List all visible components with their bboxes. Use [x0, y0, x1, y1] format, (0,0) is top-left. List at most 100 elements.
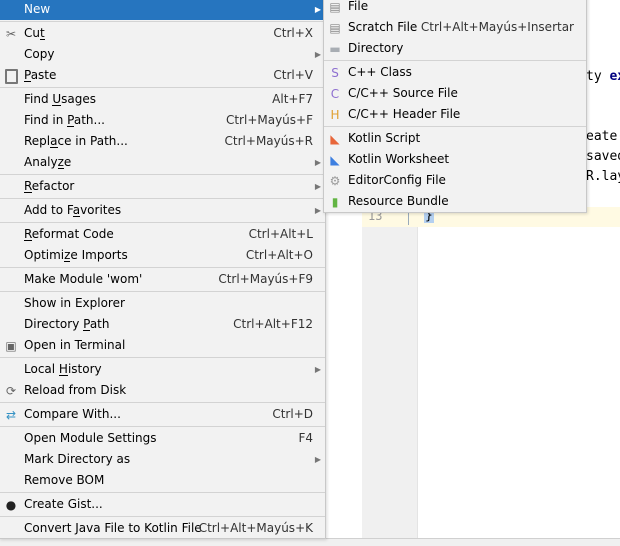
menu-item-c-c-source-file[interactable]: C C/C++ Source File	[324, 83, 586, 104]
menu-item-show-in-explorer[interactable]: Show in Explorer	[0, 293, 325, 314]
submenu-arrow-icon: ▶	[314, 50, 321, 59]
menu-item-mark-directory-as[interactable]: Mark Directory as ▶	[0, 449, 325, 470]
menu-item-label: Reformat Code	[24, 227, 114, 241]
mnemonic-underline	[57, 168, 64, 169]
menu-item-paste[interactable]: Paste Ctrl+V	[0, 65, 325, 86]
menu-item-scratch-file[interactable]: ▤ Scratch File Ctrl+Alt+Mayús+Insertar	[324, 17, 586, 38]
menu-item-optimize-imports[interactable]: Optimize Imports Ctrl+Alt+O	[0, 245, 325, 266]
menu-item-label: Local History	[24, 362, 102, 376]
menu-item-c-class[interactable]: S C++ Class	[324, 62, 586, 83]
menu-item-label: Replace in Path...	[24, 134, 128, 148]
menu-item-label: EditorConfig File	[348, 173, 446, 187]
submenu-arrow-icon: ▶	[314, 182, 321, 191]
submenu-arrow-icon: ▶	[314, 206, 321, 215]
menu-item-shortcut: Ctrl+Alt+Mayús+Insertar	[420, 20, 574, 34]
code-fragment: R.lay	[586, 169, 620, 184]
menu-item-reformat-code[interactable]: Reformat Code Ctrl+Alt+L	[0, 224, 325, 245]
mnemonic-underline	[72, 216, 81, 217]
kotlin-script-icon: ◣	[330, 132, 340, 146]
menu-item-create-gist[interactable]: ● Create Gist...	[0, 494, 325, 515]
menu-item-replace-in-path[interactable]: Replace in Path... Ctrl+Mayús+R	[0, 131, 325, 152]
menu-item-shortcut: Ctrl+V	[273, 68, 313, 82]
menu-item-label: Show in Explorer	[24, 296, 125, 310]
menu-item-resource-bundle[interactable]: ▮ Resource Bundle	[324, 191, 586, 212]
cpp-class-icon: S	[331, 66, 339, 80]
menu-item-label: Open Module Settings	[24, 431, 157, 445]
menu-item-local-history[interactable]: Local History ▶	[0, 359, 325, 380]
menu-item-directory[interactable]: ▬ Directory	[324, 38, 586, 59]
menu-item-make-module-wom[interactable]: Make Module 'wom' Ctrl+Mayús+F9	[0, 269, 325, 290]
submenu-arrow-icon: ▶	[314, 365, 321, 374]
scissors-icon: ✂	[5, 27, 17, 41]
menu-item-label: Reload from Disk	[24, 383, 127, 397]
menu-item-label: Find Usages	[24, 92, 97, 106]
mnemonic-underline	[39, 39, 45, 40]
menu-item-shortcut: Ctrl+X	[273, 26, 313, 40]
menu-item-convert-java-file-to-kotlin-file[interactable]: Convert Java File to Kotlin File Ctrl+Alt…	[0, 518, 325, 539]
menu-item-shortcut: Ctrl+Mayús+R	[224, 134, 313, 148]
menu-item-kotlin-worksheet[interactable]: ◣ Kotlin Worksheet	[324, 149, 586, 170]
mnemonic-underline	[24, 81, 31, 82]
cpp-header-icon: H	[330, 108, 340, 122]
file-icon: ▤	[329, 0, 341, 14]
menu-item-shortcut: Ctrl+Alt+O	[245, 248, 313, 262]
menu-item-label: Remove BOM	[24, 473, 105, 487]
menu-item-file[interactable]: ▤ File	[324, 0, 586, 17]
menu-item-copy[interactable]: Copy ▶	[0, 44, 325, 65]
new-submenu: ▤ File ▤ Scratch File Ctrl+Alt+Mayús+Inserta…	[323, 0, 587, 213]
menu-item-open-in-terminal[interactable]: ▣ Open in Terminal	[0, 335, 325, 356]
mnemonic-underline	[83, 330, 90, 331]
menu-item-label: Paste	[24, 68, 57, 82]
menu-item-label: C++ Class	[348, 65, 412, 79]
menu-item-find-in-path[interactable]: Find in Path... Ctrl+Mayús+F	[0, 110, 325, 131]
mnemonic-underline	[24, 240, 32, 241]
code-text: ty	[586, 69, 610, 84]
menu-item-shortcut: Ctrl+Alt+L	[248, 227, 313, 241]
compare-icon: ⇄	[5, 408, 17, 422]
submenu-arrow-icon: ▶	[314, 158, 321, 167]
menu-item-directory-path[interactable]: Directory Path Ctrl+Alt+F12	[0, 314, 325, 335]
menu-item-editorconfig-file[interactable]: ⚙ EditorConfig File	[324, 170, 586, 191]
menu-item-shortcut: Ctrl+Alt+F12	[233, 317, 313, 331]
menu-item-label: Optimize Imports	[24, 248, 128, 262]
menu-item-c-c-header-file[interactable]: H C/C++ Header File	[324, 104, 586, 125]
menu-item-label: C/C++ Source File	[348, 86, 458, 100]
menu-item-label: Find in Path...	[24, 113, 105, 127]
code-fragment: ty ex	[586, 69, 620, 84]
code-fragment: eate(	[586, 129, 620, 144]
mnemonic-underline	[67, 126, 74, 127]
mnemonic-underline	[64, 261, 71, 262]
submenu-arrow-icon: ▶	[314, 455, 321, 464]
menu-item-label: Open in Terminal	[24, 338, 126, 352]
menu-item-shortcut: F4	[298, 431, 313, 445]
reload-icon: ⟳	[5, 384, 17, 398]
menu-item-refactor[interactable]: Refactor ▶	[0, 176, 325, 197]
menu-item-label: Kotlin Script	[348, 131, 421, 145]
menu-item-cut[interactable]: ✂ Cut Ctrl+X	[0, 23, 325, 44]
menu-item-reload-from-disk[interactable]: ⟳ Reload from Disk	[0, 380, 325, 401]
github-icon: ●	[5, 498, 17, 512]
menu-item-shortcut: Ctrl+Alt+Mayús+K	[198, 521, 313, 535]
mnemonic-underline	[50, 147, 58, 148]
mnemonic-underline	[52, 105, 62, 106]
menu-item-find-usages[interactable]: Find Usages Alt+F7	[0, 89, 325, 110]
code-keyword: ex	[609, 69, 620, 84]
resource-bundle-icon: ▮	[331, 195, 339, 209]
context-menu: New ▶ ✂ Cut Ctrl+X Copy ▶ Paste Ctrl+V Find Usage…	[0, 0, 326, 539]
menu-item-label: Create Gist...	[24, 497, 103, 511]
menu-item-remove-bom[interactable]: Remove BOM	[0, 470, 325, 491]
menu-item-label: Kotlin Worksheet	[348, 152, 450, 166]
menu-item-open-module-settings[interactable]: Open Module Settings F4	[0, 428, 325, 449]
clipboard-icon	[3, 68, 19, 84]
menu-item-new[interactable]: New ▶	[0, 0, 325, 20]
menu-item-analyze[interactable]: Analyze ▶	[0, 152, 325, 173]
menu-item-kotlin-script[interactable]: ◣ Kotlin Script	[324, 128, 586, 149]
menu-item-label: C/C++ Header File	[348, 107, 461, 121]
menu-item-label: New	[24, 2, 51, 16]
menu-item-add-to-favorites[interactable]: Add to Favorites ▶	[0, 200, 325, 221]
menu-item-shortcut: Ctrl+Mayús+F9	[218, 272, 313, 286]
terminal-icon: ▣	[5, 339, 17, 353]
menu-item-label: Cut	[24, 26, 45, 40]
menu-item-label: Make Module 'wom'	[24, 272, 143, 286]
menu-item-compare-with[interactable]: ⇄ Compare With... Ctrl+D	[0, 404, 325, 425]
